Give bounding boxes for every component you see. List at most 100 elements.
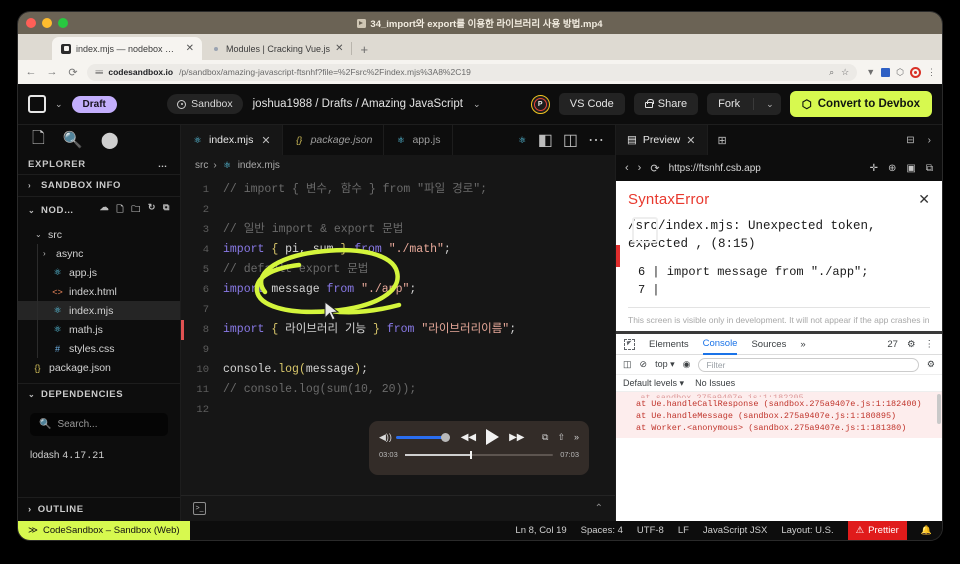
chrome-menu-icon[interactable]: ⋮ bbox=[927, 67, 936, 78]
airplay-icon[interactable]: ⇧ bbox=[557, 432, 565, 443]
editor-tab-app-js[interactable]: ⚛ app.js bbox=[384, 125, 452, 155]
breadcrumb-file[interactable]: index.mjs bbox=[238, 160, 280, 171]
preview-back-icon[interactable]: ‹ bbox=[625, 162, 629, 174]
tree-item-index-mjs[interactable]: ⚛ index.mjs bbox=[18, 301, 180, 320]
console-settings-gear-icon[interactable]: ⚙ bbox=[927, 359, 935, 370]
collapse-panel-icon[interactable]: ⌃ bbox=[595, 503, 603, 514]
shield-extension-icon[interactable]: ⬡ bbox=[896, 67, 904, 78]
devtools-more-icon[interactable]: ⋮ bbox=[925, 339, 935, 350]
reload-icon[interactable]: ⟳ bbox=[66, 66, 80, 79]
split-right-icon[interactable]: ◫ bbox=[563, 130, 578, 150]
sandbox-info-section[interactable]: › SANDBOX INFO bbox=[18, 175, 180, 196]
browser-tab-1[interactable]: Modules | Cracking Vue.js ✕ bbox=[202, 37, 351, 60]
picture-in-picture-icon[interactable]: ⧉ bbox=[542, 432, 548, 443]
address-bar[interactable]: ≡≡ codesandbox.io/p/sandbox/amazing-java… bbox=[87, 64, 857, 81]
editor-tab-close-icon[interactable]: ✕ bbox=[261, 134, 270, 147]
fork-chevron-down-icon[interactable]: ⌄ bbox=[759, 99, 781, 110]
logo-chevron-down-icon[interactable]: ⌄ bbox=[55, 99, 63, 110]
code-line[interactable]: 5// default export 문법 bbox=[181, 260, 615, 280]
editor-tab-index-mjs[interactable]: ⚛ index.mjs ✕ bbox=[181, 125, 283, 155]
minimize-window-button[interactable] bbox=[42, 18, 52, 28]
new-tab-button[interactable]: + bbox=[352, 42, 376, 60]
close-window-button[interactable] bbox=[26, 18, 36, 28]
status-layout[interactable]: Layout: U.S. bbox=[781, 525, 833, 536]
filter-extension-icon[interactable]: ▼ bbox=[866, 67, 875, 77]
editor-tab-package-json[interactable]: {} package.json bbox=[283, 125, 385, 155]
rewind-icon[interactable]: ◀◀ bbox=[461, 432, 476, 443]
traffic-lights[interactable] bbox=[26, 18, 68, 28]
status-eol[interactable]: LF bbox=[678, 525, 689, 536]
inspect-element-icon[interactable] bbox=[624, 339, 635, 350]
fast-forward-icon[interactable]: ▶▶ bbox=[509, 432, 524, 443]
split-left-icon[interactable]: ◧ bbox=[538, 130, 553, 150]
code-line[interactable]: 10console.log(message); bbox=[181, 360, 615, 380]
console-levels-selector[interactable]: Default levels ▾ bbox=[623, 378, 684, 389]
tree-item-src[interactable]: ⌄ src bbox=[18, 225, 180, 244]
gear-icon[interactable]: ⚙ bbox=[907, 339, 916, 350]
console-context-selector[interactable]: top ▾ bbox=[655, 359, 675, 370]
play-icon[interactable] bbox=[486, 429, 499, 445]
console-issues-label[interactable]: No Issues bbox=[695, 378, 735, 388]
code-line[interactable]: 12 bbox=[181, 400, 615, 420]
nodebox-section[interactable]: ⌄ NOD… ☁ 🗋 🗀 ↻ ⧉ bbox=[18, 197, 180, 223]
tree-item-math-js[interactable]: ⚛ math.js bbox=[18, 320, 180, 339]
live-expression-eye-icon[interactable]: ◉ bbox=[683, 359, 691, 370]
target-icon[interactable]: ⊕ bbox=[888, 163, 896, 174]
browser-tab-0-close-icon[interactable]: ✕ bbox=[186, 43, 194, 54]
add-preview-tab-button[interactable]: ⊞ bbox=[708, 125, 737, 155]
notifications-bell-icon[interactable]: 🔔 bbox=[921, 525, 932, 536]
forward-icon[interactable]: → bbox=[45, 66, 59, 78]
pro-badge[interactable]: P bbox=[531, 95, 550, 114]
console-output[interactable]: at sandbox.275a9407e.js:1:182205 at Ue.h… bbox=[616, 392, 942, 521]
dependencies-section[interactable]: ⌄ DEPENDENCIES bbox=[18, 384, 180, 405]
tree-item-index-html[interactable]: <> index.html bbox=[18, 282, 180, 301]
share-button[interactable]: Share bbox=[634, 93, 698, 115]
status-language-mode[interactable]: JavaScript JSX bbox=[703, 525, 767, 536]
console-scrollbar[interactable] bbox=[937, 394, 941, 424]
code-line[interactable]: 6import message from "./app"; bbox=[181, 280, 615, 300]
code-line[interactable]: 7 bbox=[181, 300, 615, 320]
back-icon[interactable]: ← bbox=[24, 66, 38, 78]
browser-tab-1-close-icon[interactable]: ✕ bbox=[335, 43, 343, 54]
terminal-icon[interactable]: ▣ bbox=[906, 163, 915, 174]
volume-control[interactable]: ◀)) bbox=[379, 432, 448, 443]
github-icon[interactable]: ⬤ bbox=[101, 130, 119, 150]
code-line[interactable]: 1// import { 변수, 함수 } from "파일 경로"; bbox=[181, 180, 615, 200]
console-sidebar-icon[interactable]: ◫ bbox=[623, 359, 632, 370]
convert-to-devbox-button[interactable]: ⬡ Convert to Devbox bbox=[790, 91, 932, 117]
refresh-icon[interactable]: ↻ bbox=[148, 202, 156, 218]
new-folder-icon[interactable]: 🗀 bbox=[131, 202, 141, 218]
maximize-window-button[interactable] bbox=[58, 18, 68, 28]
devtools-overflow-icon[interactable]: » bbox=[800, 339, 805, 350]
cloud-download-icon[interactable]: ☁ bbox=[100, 202, 110, 218]
terminal-icon[interactable]: >_ bbox=[193, 502, 206, 515]
bookmark-star-icon[interactable]: ☆ bbox=[841, 67, 849, 78]
browser-tab-0[interactable]: index.mjs — nodebox — Cod ✕ bbox=[52, 37, 202, 60]
code-line[interactable]: 11// console.log(sum(10, 20)); bbox=[181, 380, 615, 400]
outline-section[interactable]: › OUTLINE bbox=[18, 497, 180, 521]
expand-panel-icon[interactable]: › bbox=[928, 135, 931, 146]
preview-tab[interactable]: ▤ Preview ✕ bbox=[616, 125, 708, 155]
editor-more-icon[interactable]: ⋯ bbox=[588, 130, 604, 150]
video-more-icon[interactable]: » bbox=[574, 432, 579, 442]
code-line[interactable]: 4import { pi, sum } from "./math"; bbox=[181, 240, 615, 260]
vscode-button[interactable]: VS Code bbox=[559, 93, 625, 115]
tree-item-app-js[interactable]: ⚛ app.js bbox=[18, 263, 180, 282]
fork-button[interactable]: Fork ⌄ bbox=[707, 93, 781, 115]
preview-tab-close-icon[interactable]: ✕ bbox=[686, 134, 695, 147]
code-line[interactable]: 8import { 라이브러리 기능 } from "라이브러리이름"; bbox=[181, 320, 615, 340]
adblock-extension-icon[interactable] bbox=[910, 67, 921, 78]
tree-item-package-json[interactable]: {} package.json bbox=[18, 358, 180, 377]
clear-console-icon[interactable]: ⊘ bbox=[640, 359, 648, 370]
video-player-controls[interactable]: ◀)) ◀◀ ▶▶ ⧉ ⇧ » bbox=[369, 421, 589, 475]
video-scrubber[interactable] bbox=[405, 454, 553, 456]
files-icon[interactable]: 🗋 bbox=[32, 127, 45, 154]
status-remote-indicator[interactable]: ≫ CodeSandbox – Sandbox (Web) bbox=[18, 521, 190, 540]
breadcrumb-chevron-down-icon[interactable]: ⌄ bbox=[473, 99, 481, 110]
devtools-tab-console[interactable]: Console bbox=[703, 334, 738, 355]
sandbox-chip[interactable]: Sandbox bbox=[167, 94, 242, 114]
blue-extension-icon[interactable] bbox=[881, 68, 890, 77]
devtools-issue-count[interactable]: 27 bbox=[887, 339, 898, 350]
volume-icon[interactable]: ◀)) bbox=[379, 432, 392, 443]
search-icon[interactable]: 🔍 bbox=[63, 130, 83, 150]
